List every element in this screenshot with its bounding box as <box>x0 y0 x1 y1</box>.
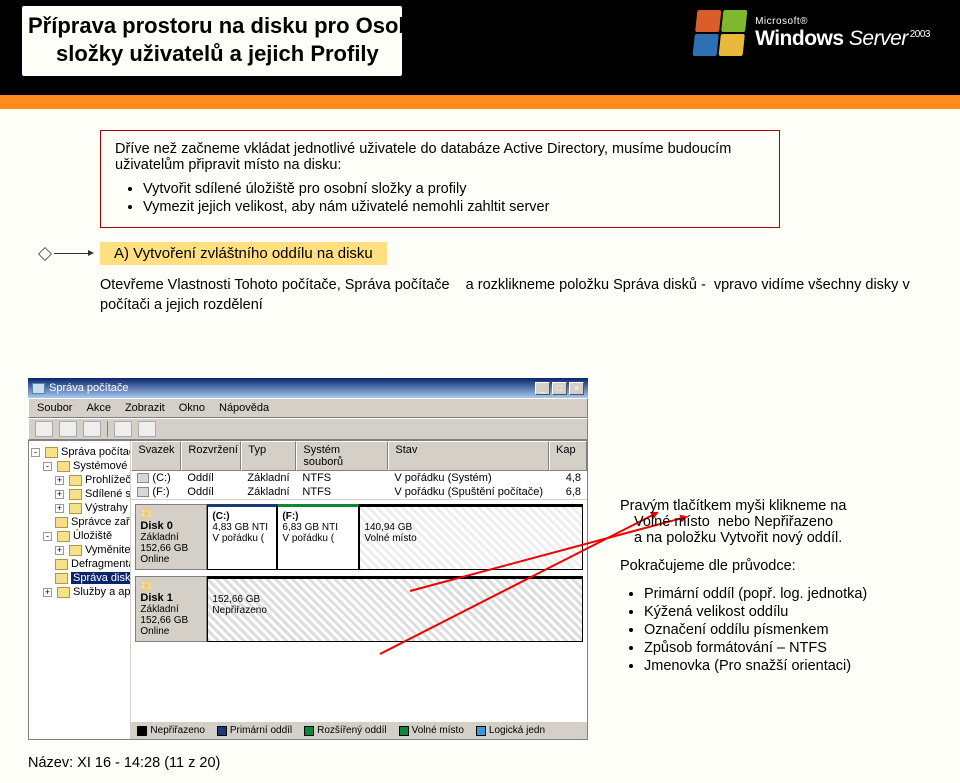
forward-button[interactable] <box>59 421 77 437</box>
tree-item[interactable]: +Prohlížeč událostí <box>31 473 128 487</box>
toolbar <box>28 418 588 440</box>
volume-list: (C:)OddílZákladníNTFSV pořádku (Systém)4… <box>131 471 587 499</box>
arrow-icon <box>54 253 88 254</box>
tree-item[interactable]: -Systémové nástroje <box>31 459 128 473</box>
tree-item[interactable]: -Úložiště <box>31 529 128 543</box>
folder-icon <box>55 517 68 528</box>
volume-list-header: Svazek Rozvržení Typ Systém souborů Stav… <box>131 441 587 471</box>
flow-text: Otevřeme Vlastnosti Tohoto počítače, Spr… <box>100 275 920 316</box>
windows-server-logo: Microsoft® Windows Server2003 <box>695 10 930 56</box>
legend-item: Logická jedn <box>476 725 545 736</box>
disk0-header: 📀 Disk 0 Základní 152,66 GB Online <box>135 504 207 570</box>
menu-item[interactable]: Nápověda <box>219 402 269 414</box>
folder-icon <box>45 447 58 458</box>
tree-item[interactable]: -Správa počítače (místní) <box>31 445 128 459</box>
expand-icon[interactable]: + <box>55 490 64 499</box>
tree-item[interactable]: Defragmentace disku <box>31 557 128 571</box>
menu-item[interactable]: Okno <box>179 402 205 414</box>
legend: Nepřiřazeno Primární oddíl Rozšířený oddíl… <box>131 721 587 739</box>
folder-icon <box>57 461 70 472</box>
expand-icon[interactable]: + <box>55 546 64 555</box>
windows-flag-icon <box>693 10 748 56</box>
mmc-screenshot: Správa počítače _ □ × Soubor Akce Zobrazit… <box>28 378 588 740</box>
menubar: Soubor Akce Zobrazit Okno Nápověda <box>28 398 588 418</box>
legend-swatch-icon <box>399 726 409 736</box>
maximize-button[interactable]: □ <box>552 382 567 395</box>
menu-item[interactable]: Akce <box>86 402 110 414</box>
disk1-header: 📀 Disk 1 Základní 152,66 GB Online <box>135 576 207 642</box>
tree-item[interactable]: +Vyměnitelné úložiště <box>31 543 128 557</box>
legend-swatch-icon <box>304 726 314 736</box>
expand-icon[interactable]: - <box>43 462 52 471</box>
footer: Název: XI 16 - 14:28 (11 z 20) <box>28 755 220 771</box>
volume-row[interactable]: (C:)OddílZákladníNTFSV pořádku (Systém)4… <box>131 471 587 485</box>
tree-item[interactable]: +Sdílené složky <box>31 487 128 501</box>
right-notes: Pravým tlačítkem myši klikneme na Volné … <box>620 498 930 676</box>
partition-c[interactable]: (C:) 4,83 GB NTI V pořádku ( <box>207 504 277 570</box>
app-icon <box>32 383 45 394</box>
drive-icon <box>137 473 149 483</box>
folder-icon <box>69 545 82 556</box>
partition-f[interactable]: (F:) 6,83 GB NTI V pořádku ( <box>277 504 359 570</box>
folder-icon <box>55 559 68 570</box>
expand-icon[interactable]: + <box>55 476 64 485</box>
disk-icon: 📀 <box>140 581 152 592</box>
folder-icon <box>69 475 82 486</box>
intro-box: Dříve než začneme vkládat jednotlivé uži… <box>100 130 780 228</box>
folder-icon <box>55 573 68 584</box>
legend-item: Rozšířený oddíl <box>304 725 386 736</box>
menu-item[interactable]: Soubor <box>37 402 72 414</box>
expand-icon[interactable]: - <box>31 448 40 457</box>
close-button[interactable]: × <box>569 382 584 395</box>
tree-item[interactable]: Správce zařízení <box>31 515 128 529</box>
views-button[interactable] <box>114 421 132 437</box>
folder-icon <box>69 503 82 514</box>
expand-icon[interactable]: + <box>55 504 64 513</box>
legend-item: Primární oddíl <box>217 725 292 736</box>
tree-item[interactable]: Správa disků <box>31 571 128 585</box>
unallocated-space[interactable]: 152,66 GB Nepřiřazeno <box>207 576 583 642</box>
folder-icon <box>57 531 70 542</box>
disk-diagram: 📀 Disk 0 Základní 152,66 GB Online (C:) … <box>131 499 587 721</box>
diamond-icon <box>38 246 52 260</box>
tree-item[interactable]: +Výstrahy a protokolování výl <box>31 501 128 515</box>
volume-row[interactable]: (F:)OddílZákladníNTFSV pořádku (Spuštění… <box>131 485 587 499</box>
expand-icon[interactable]: - <box>43 532 52 541</box>
free-space[interactable]: 140,94 GB Volné místo <box>359 504 583 570</box>
window-titlebar: Správa počítače _ □ × <box>28 378 588 398</box>
disk-icon: 📀 <box>140 509 152 520</box>
section-heading: A) Vytvoření zvláštního oddílu na disku <box>100 242 387 265</box>
minimize-button[interactable]: _ <box>535 382 550 395</box>
legend-swatch-icon <box>137 726 147 736</box>
folder-icon <box>69 489 82 500</box>
refresh-button[interactable] <box>138 421 156 437</box>
folder-icon <box>57 587 70 598</box>
tree-item[interactable]: +Služby a aplikace <box>31 585 128 599</box>
legend-item: Nepřiřazeno <box>137 725 204 736</box>
drive-icon <box>137 487 149 497</box>
up-button[interactable] <box>83 421 101 437</box>
navigation-tree: -Správa počítače (místní)-Systémové nást… <box>29 441 131 739</box>
back-button[interactable] <box>35 421 53 437</box>
page-title: Příprava prostoru na disku pro Osobní sl… <box>28 12 431 67</box>
expand-icon[interactable]: + <box>43 588 52 597</box>
menu-item[interactable]: Zobrazit <box>125 402 165 414</box>
legend-item: Volné místo <box>399 725 464 736</box>
legend-swatch-icon <box>217 726 227 736</box>
legend-swatch-icon <box>476 726 486 736</box>
